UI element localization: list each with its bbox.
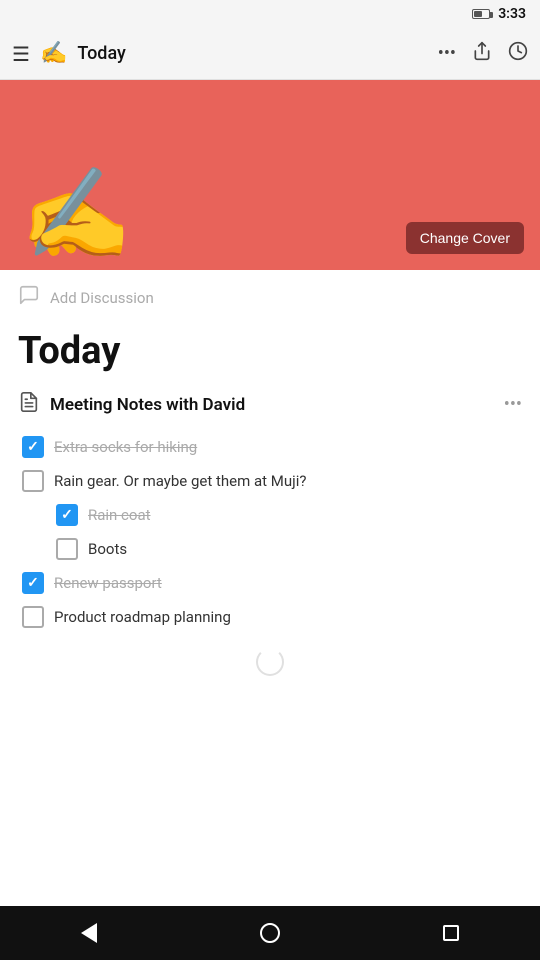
battery-icon <box>472 9 490 19</box>
list-item: Renew passport <box>22 566 522 600</box>
top-nav: ☰ ✍️ Today ••• <box>0 28 540 80</box>
note-item-left: Meeting Notes with David <box>18 391 245 418</box>
checkbox-item5[interactable] <box>22 572 44 594</box>
check-label-item1: Extra socks for hiking <box>54 438 197 456</box>
checkbox-item4[interactable] <box>56 538 78 560</box>
cover-emoji: ✍️ <box>20 170 132 260</box>
checkbox-item6[interactable] <box>22 606 44 628</box>
system-nav <box>0 906 540 960</box>
status-time: 3:33 <box>498 6 526 22</box>
add-discussion-label: Add Discussion <box>50 289 154 307</box>
checkbox-item2[interactable] <box>22 470 44 492</box>
status-bar: 3:33 <box>0 0 540 28</box>
home-button[interactable] <box>260 923 280 943</box>
list-item: Product roadmap planning <box>22 600 522 634</box>
hamburger-icon[interactable]: ☰ <box>12 42 30 66</box>
loading-area <box>18 640 522 680</box>
list-item: Boots <box>22 532 522 566</box>
check-label-item6: Product roadmap planning <box>54 608 231 626</box>
share-icon[interactable] <box>472 41 492 66</box>
page-title: Today <box>18 321 522 391</box>
nav-right: ••• <box>438 41 528 66</box>
cover-banner: ✍️ Change Cover <box>0 80 540 270</box>
checkbox-item1[interactable] <box>22 436 44 458</box>
change-cover-button[interactable]: Change Cover <box>406 222 524 254</box>
checkbox-item3[interactable] <box>56 504 78 526</box>
back-button[interactable] <box>81 923 97 943</box>
note-document-icon <box>18 391 40 418</box>
checklist: Extra socks for hiking Rain gear. Or may… <box>18 430 522 634</box>
history-icon[interactable] <box>508 41 528 66</box>
list-item: Extra socks for hiking <box>22 430 522 464</box>
check-label-item5: Renew passport <box>54 574 162 592</box>
check-label-item4: Boots <box>88 540 127 558</box>
loading-spinner <box>256 648 284 676</box>
recent-apps-button[interactable] <box>443 925 459 941</box>
list-item: Rain gear. Or maybe get them at Muji? <box>22 464 522 498</box>
more-options-icon[interactable]: ••• <box>438 43 456 64</box>
discussion-icon <box>18 284 40 311</box>
note-more-options-icon[interactable]: ••• <box>504 394 522 415</box>
app-logo-icon: ✍️ <box>40 41 67 66</box>
add-discussion-row[interactable]: Add Discussion <box>18 270 522 321</box>
nav-title: Today <box>77 43 126 64</box>
note-title: Meeting Notes with David <box>50 395 245 415</box>
list-item: Rain coat <box>22 498 522 532</box>
nav-left: ☰ ✍️ Today <box>12 41 438 66</box>
note-item-header: Meeting Notes with David ••• <box>18 391 522 418</box>
check-label-item3: Rain coat <box>88 506 151 524</box>
check-label-item2: Rain gear. Or maybe get them at Muji? <box>54 472 306 490</box>
content-area: Add Discussion Today Meeting Notes with … <box>0 270 540 680</box>
